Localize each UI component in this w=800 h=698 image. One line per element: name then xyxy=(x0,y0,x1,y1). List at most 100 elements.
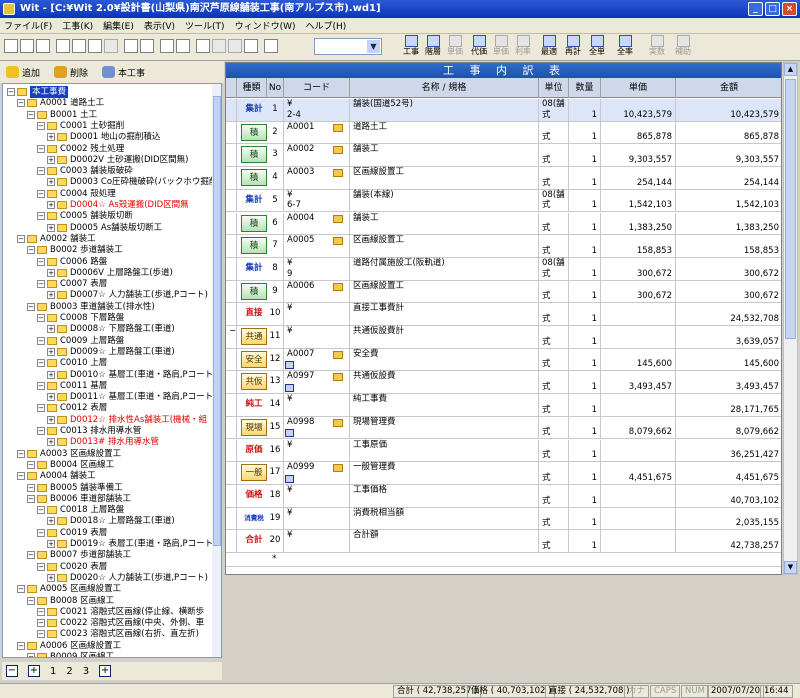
new-file-icon[interactable] xyxy=(4,39,18,53)
menu-item[interactable]: 表示(V) xyxy=(144,19,175,32)
toolbar-button[interactable]: 単価 xyxy=(442,35,468,60)
tree-node[interactable]: + D0020☆ 人力舗装工(歩道,Pコート) xyxy=(47,572,208,584)
tree-node[interactable]: − C0002 残土処理 xyxy=(37,143,124,155)
expand-toggle-icon[interactable]: − xyxy=(37,619,45,628)
style-icon[interactable] xyxy=(228,39,242,53)
expand-toggle-icon[interactable]: − xyxy=(37,528,45,537)
folder-icon[interactable] xyxy=(333,237,343,246)
toolbar-button[interactable]: 全単 xyxy=(584,35,610,60)
tree-node[interactable]: − A0003 区画線設置工 xyxy=(17,448,121,460)
grid-header-cell[interactable] xyxy=(226,78,237,98)
kind-badge[interactable]: 積 xyxy=(241,123,267,141)
tree-node[interactable]: − A0005 区画線設置工 xyxy=(17,583,121,595)
grid-scroll-thumb[interactable] xyxy=(785,79,796,339)
table-row[interactable]: 積 9 A0006 区画線設置工式 1 300,672 300,672 xyxy=(226,280,781,304)
tree-node[interactable]: + D0009☆ 上層路盤工(車道) xyxy=(47,346,175,358)
expand-toggle-icon[interactable]: − xyxy=(37,144,45,153)
table-row[interactable]: 原価 16 ¥ 工事原価式 1 36,251,427 xyxy=(226,439,781,463)
expand-toggle-icon[interactable]: − xyxy=(37,381,45,390)
expand-toggle-icon[interactable]: − xyxy=(37,314,45,322)
tree-node[interactable]: − C0012 表層 xyxy=(37,402,107,414)
grid-header-cell[interactable]: 金額 xyxy=(676,78,781,98)
tree-node[interactable]: + D0006V 上層路盤工(歩道) xyxy=(47,267,173,279)
toolbar-button[interactable]: 利率 xyxy=(510,35,536,60)
folder-icon[interactable] xyxy=(333,146,343,155)
table-row[interactable]: 集計 1 ¥2-4 舗装(国道52号) 08(舗式 1 10,423,579 10,423,5… xyxy=(226,99,781,122)
expand-toggle-icon[interactable]: + xyxy=(47,573,55,582)
tree-node[interactable]: − B0005 舗装準備工 xyxy=(27,482,123,494)
format-icon[interactable] xyxy=(212,39,226,53)
expand-toggle-icon[interactable]: − xyxy=(37,404,45,413)
tree-node[interactable]: − C0013 排水用導水管 xyxy=(37,425,141,437)
expand-toggle-icon[interactable]: + xyxy=(47,268,55,277)
expand-toggle-icon[interactable]: − xyxy=(17,641,25,650)
kind-badge[interactable]: 集計 xyxy=(241,260,267,277)
folder-icon[interactable] xyxy=(333,350,343,359)
kind-badge[interactable]: 一般 xyxy=(241,464,267,482)
expand-toggle-icon[interactable]: − xyxy=(37,607,45,616)
table-row[interactable]: 集計 5 ¥6-7 舗装(本線) 08(舗式 1 1,542,103 1,542,103 xyxy=(226,189,781,213)
expand-toggle-icon[interactable]: − xyxy=(37,257,45,266)
tree-node[interactable]: − B0004 区画線工 xyxy=(27,459,114,471)
expand-toggle-icon[interactable]: − xyxy=(37,562,45,571)
tree-node[interactable]: − B0001 土工 xyxy=(27,109,97,121)
tree-node[interactable]: − C0004 殻処理 xyxy=(37,188,116,200)
copy-icon[interactable] xyxy=(72,39,86,53)
kind-badge[interactable]: 積 xyxy=(241,146,267,164)
expand-toggle-icon[interactable]: + xyxy=(47,201,55,209)
toolbar-button[interactable]: 再計 xyxy=(560,35,586,60)
kind-badge[interactable]: 純工 xyxy=(241,396,267,413)
folder-icon[interactable] xyxy=(333,123,343,132)
table-row[interactable]: 価格 18 ¥ 工事価格式 1 40,703,102 xyxy=(226,484,781,508)
tree-node[interactable]: − A0001 道路土工 xyxy=(17,97,104,109)
toolbar-button[interactable]: 補助 xyxy=(670,35,696,60)
preview-icon[interactable] xyxy=(140,39,154,53)
toolbar-button[interactable]: 全率 xyxy=(612,35,638,60)
toolbar-button[interactable]: 実数 xyxy=(644,35,670,60)
tree-node[interactable]: − C0003 舗装版破砕 xyxy=(37,165,133,177)
grid-header-cell[interactable]: 数量 xyxy=(569,78,601,98)
menu-item[interactable]: ヘルプ(H) xyxy=(306,19,347,32)
expand-toggle-icon[interactable]: + xyxy=(47,517,55,526)
tree-node[interactable]: − A0002 舗装工 xyxy=(17,233,96,245)
tree-node[interactable]: − B0006 車道部舗装工 xyxy=(27,493,131,505)
expand-toggle-icon[interactable]: − xyxy=(17,449,25,458)
tree-node[interactable]: + D0003 Co圧砕機破砕(バックホウ掘削積 xyxy=(47,176,221,188)
expand-toggle-icon[interactable]: + xyxy=(47,291,55,300)
expand-toggle-icon[interactable]: − xyxy=(27,110,35,119)
kind-badge[interactable]: 消費税 xyxy=(241,510,267,527)
grid-scrollbar[interactable]: ▲ ▼ xyxy=(783,62,798,575)
expand-toggle-icon[interactable]: + xyxy=(47,370,55,379)
table-row[interactable]: 現場 15 A0998 現場管理費式 1 8,079,662 8,079,662 xyxy=(226,416,781,440)
folder-icon[interactable] xyxy=(333,464,343,473)
expand-toggle-icon[interactable]: − xyxy=(37,212,45,221)
maximize-button[interactable]: □ xyxy=(765,2,780,16)
expand-toggle-icon[interactable]: − xyxy=(17,234,25,243)
undo-icon[interactable] xyxy=(104,39,118,53)
tree-node[interactable]: − 本工事費 xyxy=(7,86,69,98)
outdent-icon[interactable] xyxy=(176,39,190,53)
tree-node[interactable]: − C0005 舗装版切断 xyxy=(37,210,133,222)
tree-node[interactable]: + D0013# 排水用導水管 xyxy=(47,436,159,448)
kind-badge[interactable]: 積 xyxy=(241,237,267,255)
indent-icon[interactable] xyxy=(160,39,174,53)
folder-icon[interactable] xyxy=(333,373,343,382)
tree-node[interactable]: − C0019 表層 xyxy=(37,527,107,539)
grid-header-cell[interactable]: No xyxy=(267,78,284,98)
grid-header-cell[interactable]: 名称 / 規格 xyxy=(350,78,539,98)
minimize-button[interactable]: _ xyxy=(748,2,763,16)
delete-button[interactable]: 削除 xyxy=(54,66,88,79)
table-row[interactable]: 積 7 A0005 区画線設置工式 1 158,853 158,853 xyxy=(226,235,781,258)
expand-toggle-icon[interactable]: − xyxy=(37,189,45,198)
scroll-up-icon[interactable]: ▲ xyxy=(784,63,797,76)
expand-toggle-icon[interactable]: − xyxy=(27,551,35,560)
scroll-down-icon[interactable]: ▼ xyxy=(784,561,797,574)
grid-header-cell[interactable]: 単位 xyxy=(539,78,569,98)
expand-toggle-icon[interactable]: − xyxy=(17,472,25,481)
kind-badge[interactable]: 共仮 xyxy=(241,373,267,391)
kind-badge[interactable]: 現場 xyxy=(241,418,267,436)
table-row[interactable]: 積 2 A0001 道路土工式 1 865,878 865,878 xyxy=(226,121,781,145)
open-file-icon[interactable] xyxy=(20,39,34,53)
expand-toggle-icon[interactable]: + xyxy=(47,393,55,402)
expand-toggle-icon[interactable]: + xyxy=(47,133,55,142)
